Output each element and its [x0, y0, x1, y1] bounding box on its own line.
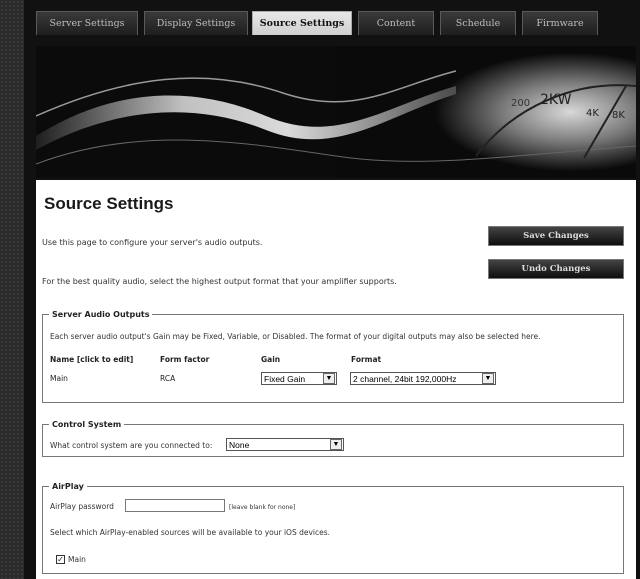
control-system-select[interactable]: None ▼ — [226, 438, 344, 451]
control-system-select-value: None — [229, 440, 250, 450]
airplay-source-main-label: Main — [68, 555, 86, 564]
airplay-password-label: AirPlay password — [50, 502, 114, 511]
audio-outputs-description: Each server audio output's Gain may be F… — [50, 332, 541, 341]
output-form-factor: RCA — [160, 374, 176, 383]
airplay-password-hint: [leave blank for none] — [229, 504, 296, 511]
format-select-value: 2 channel, 24bit 192,000Hz — [353, 374, 457, 384]
meter-label-8k: 8K — [612, 110, 625, 121]
tab-source-settings[interactable]: Source Settings — [252, 11, 352, 35]
chevron-down-icon: ▼ — [323, 373, 335, 384]
gain-select-value: Fixed Gain — [264, 374, 306, 384]
header-gain: Gain — [261, 355, 281, 364]
tab-schedule[interactable]: Schedule — [440, 11, 516, 35]
control-system-legend: Control System — [52, 420, 122, 429]
check-icon: ✓ — [57, 555, 64, 564]
header-banner: 200 2KW 4K 8K — [36, 46, 636, 178]
server-audio-outputs-legend: Server Audio Outputs — [52, 310, 150, 319]
output-name-link[interactable]: Main — [50, 374, 68, 383]
main-content: Source Settings Use this page to configu… — [36, 180, 636, 579]
tab-display-settings[interactable]: Display Settings — [144, 11, 248, 35]
meter-label-4k: 4K — [586, 108, 599, 119]
chevron-down-icon: ▼ — [330, 439, 342, 450]
page-title: Source Settings — [44, 194, 174, 213]
save-changes-button[interactable]: Save Changes — [488, 226, 624, 246]
control-system-question: What control system are you connected to… — [50, 441, 213, 450]
tab-content[interactable]: Content — [358, 11, 434, 35]
tab-firmware[interactable]: Firmware — [522, 11, 598, 35]
intro-text-2: For the best quality audio, select the h… — [42, 277, 397, 286]
header-name: Name [click to edit] — [50, 355, 134, 364]
airplay-sources-prompt: Select which AirPlay-enabled sources wil… — [50, 528, 331, 537]
chevron-down-icon: ▼ — [482, 373, 494, 384]
gain-select[interactable]: Fixed Gain ▼ — [261, 372, 337, 385]
format-select[interactable]: 2 channel, 24bit 192,000Hz ▼ — [350, 372, 496, 385]
airplay-password-input[interactable] — [125, 499, 225, 512]
left-decorative-strip — [0, 0, 24, 579]
meter-label-200: 200 — [511, 98, 530, 109]
banner-artwork: 200 2KW 4K 8K — [36, 46, 636, 178]
airplay-source-main-checkbox[interactable]: ✓ — [56, 555, 65, 564]
tab-server-settings[interactable]: Server Settings — [36, 11, 138, 35]
header-form-factor: Form factor — [160, 355, 210, 364]
undo-changes-button[interactable]: Undo Changes — [488, 259, 624, 279]
airplay-legend: AirPlay — [52, 482, 84, 491]
intro-text-1: Use this page to configure your server's… — [42, 238, 263, 247]
meter-label-2kw: 2KW — [540, 92, 572, 108]
header-format: Format — [351, 355, 382, 364]
